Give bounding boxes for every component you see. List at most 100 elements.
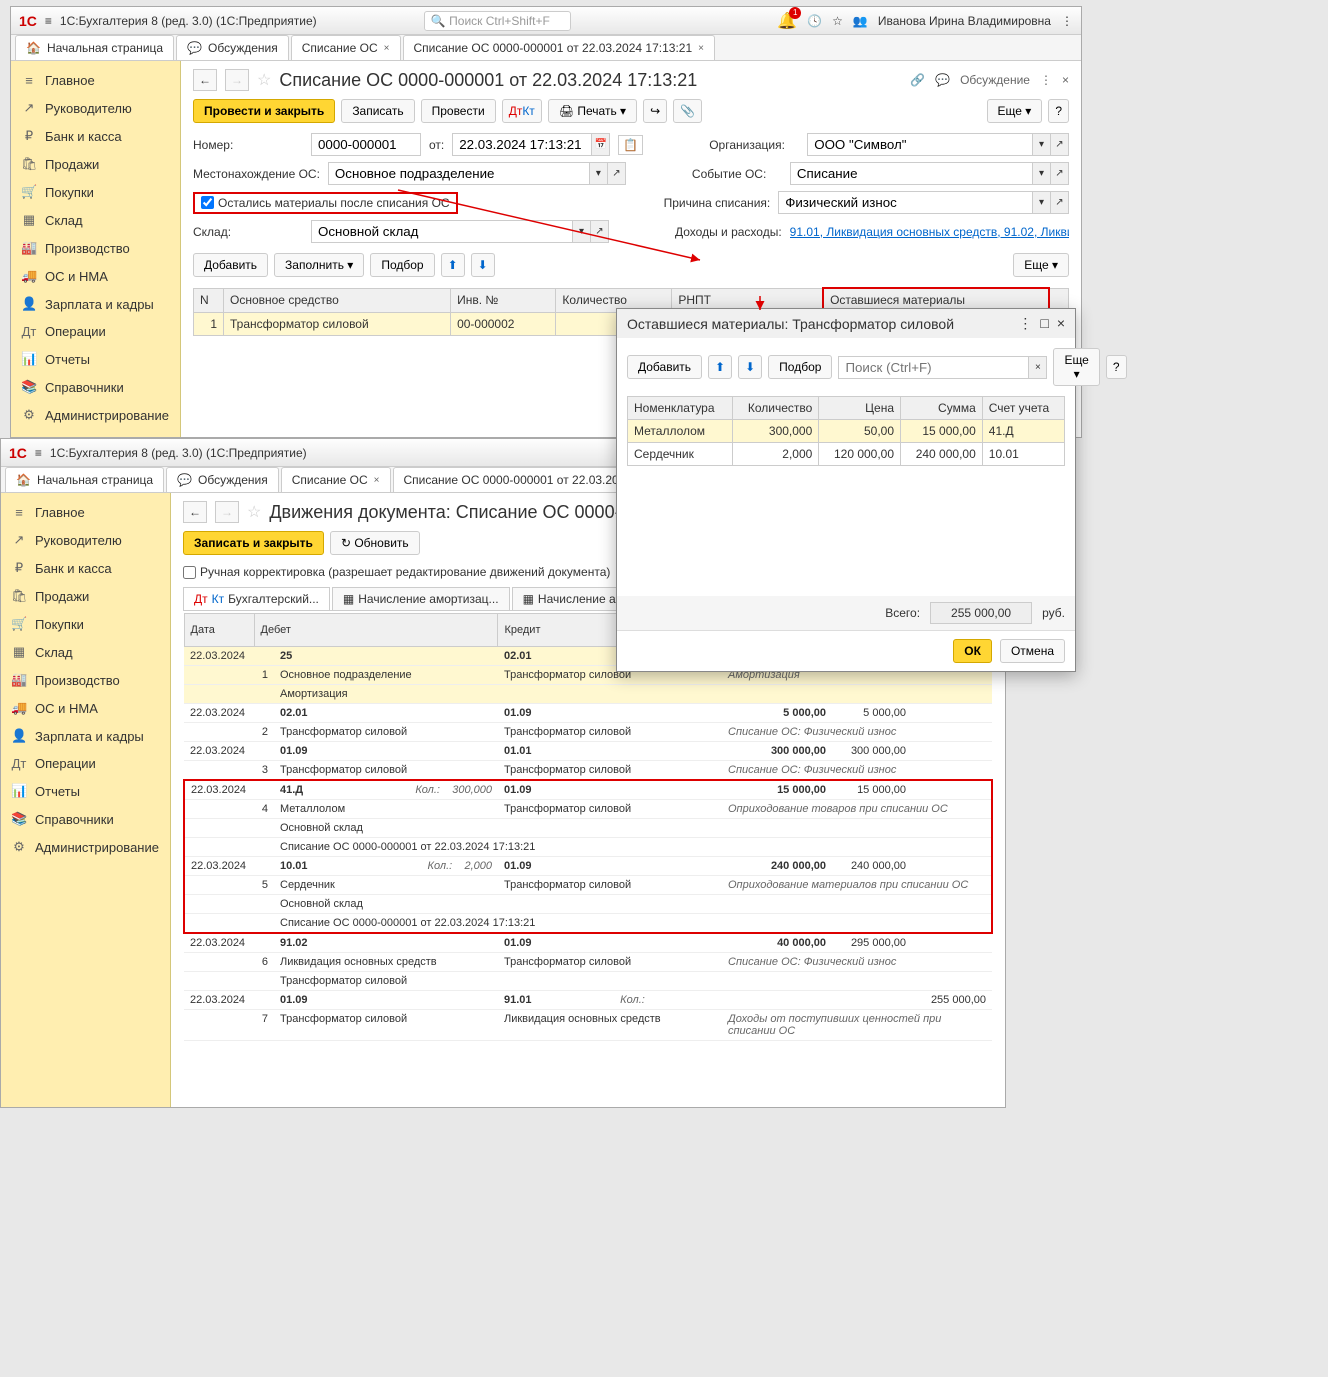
- movement-row[interactable]: 22.03.202441.ДКол.: 300,00001.0915 000,0…: [184, 780, 992, 800]
- post-button[interactable]: Провести: [421, 99, 496, 123]
- sidebar-item[interactable]: ⚙Администрирование: [1, 833, 170, 861]
- sidebar-item[interactable]: ДтОперации: [1, 750, 170, 777]
- more-icon[interactable]: ⋮: [1018, 315, 1032, 332]
- sidebar-item[interactable]: 👤Зарплата и кадры: [11, 290, 180, 318]
- link-icon[interactable]: 🔗: [910, 73, 925, 87]
- down-button[interactable]: ⬇: [471, 253, 495, 277]
- up-button[interactable]: ⬆: [441, 253, 465, 277]
- more-button[interactable]: Еще ▾: [1013, 253, 1069, 277]
- more-button[interactable]: Еще ▾: [987, 99, 1043, 123]
- sidebar-item[interactable]: 📚Справочники: [11, 373, 180, 401]
- sidebar-item[interactable]: 🚚ОС и НМА: [11, 262, 180, 290]
- up-button[interactable]: ⬆: [708, 355, 732, 379]
- mv-tab-acc[interactable]: ДтКт Бухгалтерский...: [183, 587, 330, 610]
- number-field[interactable]: [311, 133, 421, 156]
- sidebar-item[interactable]: ⚙Администрирование: [11, 401, 180, 429]
- dropdown-icon[interactable]: ▾: [590, 162, 608, 185]
- help-button[interactable]: ?: [1048, 99, 1069, 123]
- income-link[interactable]: 91.01, Ликвидация основных средств, 91.0…: [790, 225, 1069, 239]
- dropdown-icon[interactable]: ▾: [573, 220, 591, 243]
- user-name[interactable]: Иванова Ирина Владимировна: [878, 14, 1051, 28]
- calendar-standalone-icon[interactable]: 📋: [618, 135, 643, 155]
- back-button[interactable]: ←: [193, 69, 217, 91]
- movement-row[interactable]: 22.03.202401.0901.01300 000,00300 000,00: [184, 742, 992, 761]
- sidebar-item[interactable]: 🛒Покупки: [11, 178, 180, 206]
- sidebar-item[interactable]: 👤Зарплата и кадры: [1, 722, 170, 750]
- sidebar-item[interactable]: 🛍Продажи: [11, 150, 180, 178]
- modal-add-button[interactable]: Добавить: [627, 355, 702, 379]
- maximize-icon[interactable]: □: [1040, 315, 1048, 332]
- favorite-icon[interactable]: ☆: [257, 70, 271, 90]
- save-close-button[interactable]: Записать и закрыть: [183, 531, 324, 555]
- refresh-button[interactable]: ↻ Обновить: [330, 531, 420, 555]
- open-icon[interactable]: ↗: [608, 162, 626, 185]
- tab-home[interactable]: 🏠 Начальная страница: [5, 467, 164, 492]
- open-icon[interactable]: ↗: [591, 220, 609, 243]
- clear-icon[interactable]: ×: [1029, 356, 1047, 379]
- forward-button[interactable]: →: [225, 69, 249, 91]
- manual-edit-checkbox[interactable]: [183, 566, 196, 579]
- sidebar-item[interactable]: ≡Главное: [1, 499, 170, 526]
- tab-writeoff-doc[interactable]: Списание ОС 0000-000001 от 22.03.2024 17…: [403, 35, 715, 60]
- save-button[interactable]: Записать: [341, 99, 414, 123]
- date-field[interactable]: [452, 133, 592, 156]
- tab-writeoff-list[interactable]: Списание ОС ×: [281, 467, 391, 492]
- ok-button[interactable]: ОК: [953, 639, 992, 663]
- sidebar-item[interactable]: ДтОперации: [11, 318, 180, 345]
- sidebar-item[interactable]: 🛍Продажи: [1, 582, 170, 610]
- movement-row[interactable]: 22.03.202401.0991.01Кол.:255 000,00: [184, 991, 992, 1010]
- help-button[interactable]: ?: [1106, 355, 1127, 379]
- org-field[interactable]: [807, 133, 1033, 156]
- location-field[interactable]: [328, 162, 590, 185]
- reason-field[interactable]: [778, 191, 1033, 214]
- modal-pick-button[interactable]: Подбор: [768, 355, 832, 379]
- sidebar-item[interactable]: ↗Руководителю: [11, 94, 180, 122]
- event-field[interactable]: [790, 162, 1033, 185]
- close-doc[interactable]: ×: [1062, 73, 1069, 87]
- back-button[interactable]: ←: [183, 501, 207, 523]
- history-icon[interactable]: 🕓: [807, 14, 822, 28]
- sidebar-item[interactable]: 🛒Покупки: [1, 610, 170, 638]
- open-icon[interactable]: ↗: [1051, 133, 1069, 156]
- cancel-button[interactable]: Отмена: [1000, 639, 1065, 663]
- menu-dots[interactable]: ⋮: [1061, 14, 1073, 28]
- discuss-icon[interactable]: 💬: [935, 73, 950, 87]
- sidebar-item[interactable]: ↗Руководителю: [1, 526, 170, 554]
- movement-row[interactable]: 22.03.202402.0101.095 000,005 000,00: [184, 704, 992, 723]
- menu-icon[interactable]: ≡: [45, 14, 52, 28]
- close-icon[interactable]: ×: [384, 43, 390, 54]
- discuss-label[interactable]: Обсуждение: [960, 73, 1030, 87]
- create-based[interactable]: ↪: [643, 99, 667, 123]
- dtkr-icon[interactable]: ДтКт: [502, 99, 542, 123]
- fill-button[interactable]: Заполнить ▾: [274, 253, 364, 277]
- attach-icon[interactable]: 📎: [673, 99, 702, 123]
- dropdown-icon[interactable]: ▾: [1033, 162, 1051, 185]
- close-icon[interactable]: ×: [698, 43, 704, 54]
- sidebar-item[interactable]: 🏭Производство: [11, 234, 180, 262]
- sidebar-item[interactable]: 🏭Производство: [1, 666, 170, 694]
- movement-row[interactable]: 22.03.202491.0201.0940 000,00295 000,00: [184, 933, 992, 953]
- forward-button[interactable]: →: [215, 501, 239, 523]
- dropdown-icon[interactable]: ▾: [1033, 133, 1051, 156]
- sidebar-item[interactable]: ₽Банк и касса: [1, 554, 170, 582]
- sidebar-item[interactable]: 📊Отчеты: [11, 345, 180, 373]
- menu-icon[interactable]: ≡: [35, 446, 42, 460]
- star-icon[interactable]: ☆: [832, 14, 843, 28]
- tab-discussions[interactable]: 💬 Обсуждения: [166, 467, 279, 492]
- close-icon[interactable]: ×: [1057, 315, 1065, 332]
- sidebar-item[interactable]: ▦Склад: [1, 638, 170, 666]
- post-close-button[interactable]: Провести и закрыть: [193, 99, 335, 123]
- bell-icon[interactable]: 🔔1: [777, 11, 797, 31]
- sidebar-item[interactable]: 📊Отчеты: [1, 777, 170, 805]
- table-row[interactable]: Металлолом 300,000 50,00 15 000,00 41.Д: [628, 420, 1065, 443]
- more-icon[interactable]: ⋮: [1040, 73, 1052, 87]
- sidebar-item[interactable]: 🚚ОС и НМА: [1, 694, 170, 722]
- sidebar-item[interactable]: ▦Склад: [11, 206, 180, 234]
- materials-checkbox[interactable]: [201, 196, 214, 209]
- down-button[interactable]: ⬇: [738, 355, 762, 379]
- dropdown-icon[interactable]: ▾: [1033, 191, 1051, 214]
- sidebar-item[interactable]: ₽Банк и касса: [11, 122, 180, 150]
- open-icon[interactable]: ↗: [1051, 191, 1069, 214]
- warehouse-field[interactable]: [311, 220, 573, 243]
- calendar-icon[interactable]: 📅: [592, 133, 610, 156]
